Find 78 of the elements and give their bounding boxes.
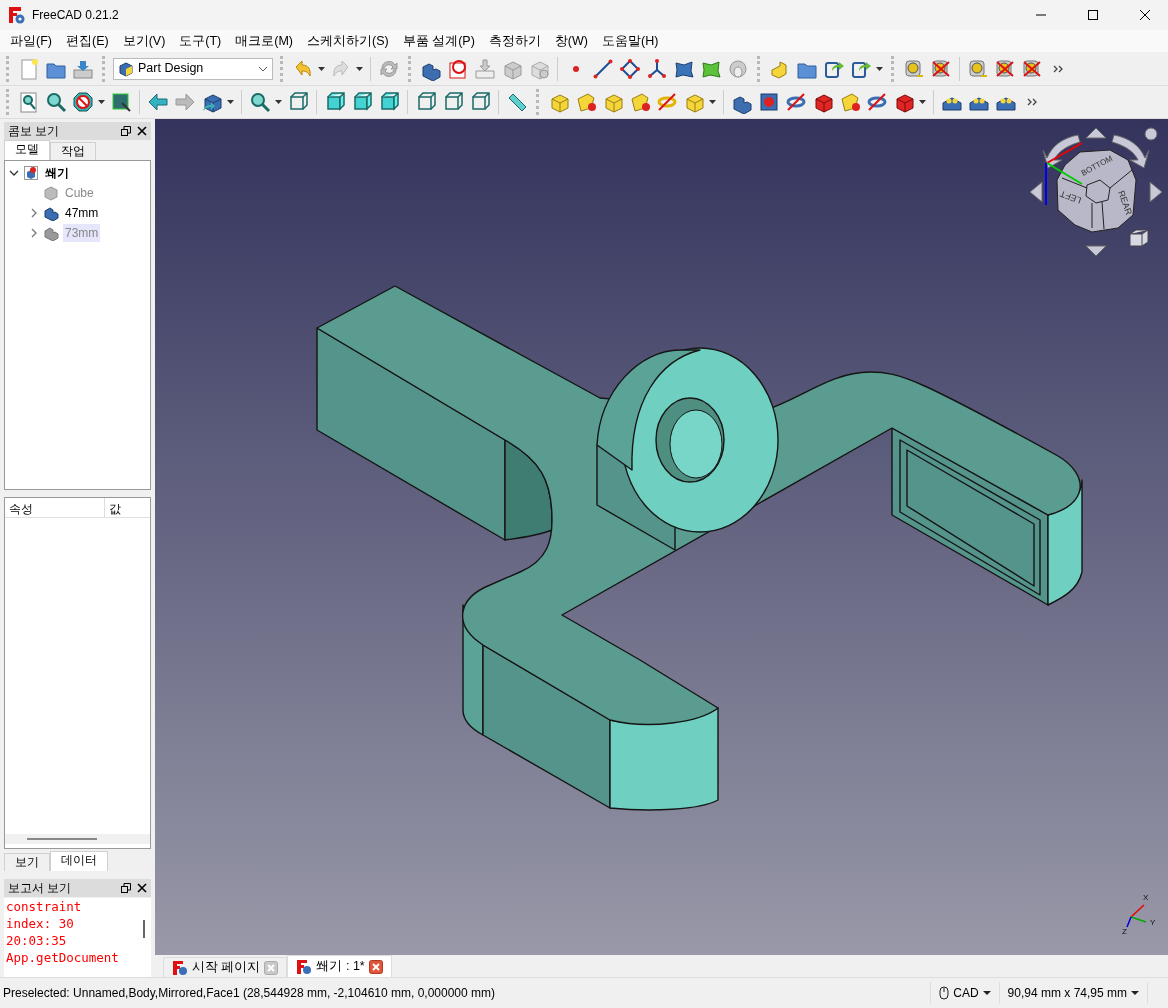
chevron-right-icon[interactable] <box>29 228 39 238</box>
navigation-style-menu[interactable]: CAD <box>930 982 999 1004</box>
cube-face-label: REAR <box>1116 189 1135 217</box>
menu-item[interactable]: 편집(E) <box>58 29 116 53</box>
window-title: FreeCAD 0.21.2 <box>32 7 120 24</box>
magnifier-icon[interactable] <box>248 90 272 114</box>
cube-cursor-icon[interactable] <box>109 90 133 114</box>
log-line: App.getDocument <box>6 949 120 966</box>
document-tab[interactable]: 시작 페이지 <box>163 957 288 977</box>
cube-face-label: LEFT <box>1058 188 1083 206</box>
tab[interactable]: 데이터 <box>50 851 108 871</box>
menu-item[interactable]: 부품 설계(P) <box>395 29 482 53</box>
axis-lines-icon <box>1045 142 1083 206</box>
column-header: 속성 <box>5 498 105 517</box>
arrow-up-icon[interactable] <box>1085 127 1107 139</box>
panel-title: 보고서 보기 <box>8 880 73 897</box>
menu-item[interactable]: 파일(F) <box>3 29 59 53</box>
axis-label: X <box>1143 893 1149 902</box>
log-line: 20:03:35 <box>6 932 68 949</box>
menu-item[interactable]: 보기(V) <box>115 29 173 53</box>
app-logo-icon <box>172 959 188 976</box>
diamond-icon[interactable] <box>618 56 642 81</box>
tab[interactable]: 모델 <box>4 140 50 160</box>
tab-label: 쐐기 : 1* <box>316 958 365 976</box>
app-logo-icon <box>8 6 26 24</box>
mouse-icon <box>939 986 950 1000</box>
rotate-arrow-icon[interactable] <box>1042 134 1081 169</box>
dimensions-menu[interactable]: 90,94 mm x 74,95 mm <box>998 982 1148 1004</box>
scrollbar-thumb[interactable] <box>27 838 97 840</box>
undock-icon[interactable] <box>121 883 131 893</box>
navigation-style: CAD <box>953 985 979 1002</box>
3d-model-drawing[interactable] <box>316 285 1083 811</box>
app-logo-icon <box>296 958 313 975</box>
caret-icon <box>1131 989 1139 997</box>
axis-triad-icon <box>1126 904 1147 928</box>
panel-title: 콤보 보기 <box>8 123 61 140</box>
undock-icon[interactable] <box>121 126 131 136</box>
small-cube-icon[interactable] <box>1129 229 1149 247</box>
chevron-right-icon[interactable] <box>29 208 39 218</box>
document-tab[interactable]: 쐐기 : 1* <box>287 955 392 977</box>
navigation-cube-icon[interactable] <box>1056 149 1137 233</box>
workbench-icon <box>118 60 134 77</box>
menu-item[interactable]: 스케치하기(S) <box>300 29 396 53</box>
menu-item[interactable]: 창(W) <box>547 29 595 53</box>
tab[interactable]: 작업 <box>50 142 96 160</box>
menu-item[interactable]: 측정하기 <box>481 29 548 53</box>
tree-item[interactable]: 47mm <box>63 204 101 222</box>
log-line: index: 30 <box>6 915 75 932</box>
hole-icon[interactable] <box>757 90 781 114</box>
circle-icon[interactable] <box>1144 127 1158 141</box>
close-icon[interactable] <box>368 959 383 974</box>
workbench-dropdown[interactable]: Part Design <box>113 57 273 80</box>
tree-item[interactable]: Cube <box>63 184 96 202</box>
tree-item[interactable]: 쐐기 <box>43 164 71 182</box>
three-point-icon[interactable] <box>645 56 669 81</box>
caret-icon <box>982 989 991 997</box>
tab[interactable]: 보기 <box>4 853 50 871</box>
arrow-right-icon[interactable] <box>1149 181 1163 203</box>
scrollbar-thumb[interactable] <box>143 920 145 938</box>
status-message: Preselected: Unnamed,Body,Mirrored,Face1 (28,544928 mm, -2,104610 mm, 0,000000 mm) <box>3 985 497 1002</box>
rotate-arrow-icon[interactable] <box>1111 134 1150 169</box>
column-header: 값 <box>108 501 122 517</box>
tab-label: 시작 페이지 <box>192 959 261 977</box>
workbench-value: Part Design <box>138 60 205 78</box>
close-icon[interactable] <box>137 126 147 136</box>
chevron-down-icon[interactable] <box>9 168 19 178</box>
log-line: constraint <box>6 898 83 915</box>
menu-item[interactable]: 도구(T) <box>172 29 229 53</box>
menu-item[interactable]: 매크로(M) <box>228 29 301 53</box>
prohibition-icon[interactable] <box>71 90 95 114</box>
axis-label: Z <box>1122 927 1127 936</box>
arrow-left-icon[interactable] <box>1029 181 1043 203</box>
magnifier-icon[interactable] <box>44 90 68 114</box>
menu-item[interactable]: 도움말(H) <box>594 29 666 53</box>
dimensions-readout: 90,94 mm x 74,95 mm <box>1007 985 1127 1002</box>
axis-label: Y <box>1150 918 1156 927</box>
close-icon[interactable] <box>137 883 147 893</box>
arrow-down-icon[interactable] <box>1085 245 1107 257</box>
